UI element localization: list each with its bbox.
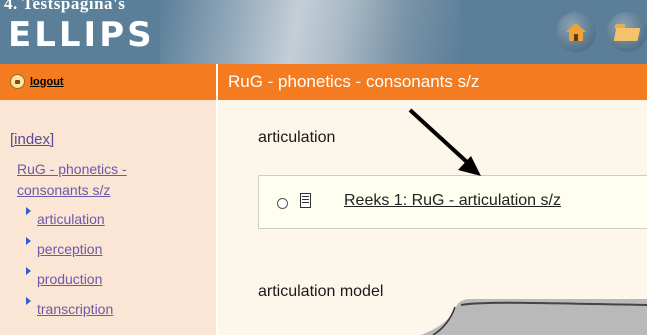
folder-icon xyxy=(613,23,641,41)
status-circle-icon xyxy=(277,198,288,209)
folder-button[interactable] xyxy=(607,12,647,52)
bullet-triangle-icon xyxy=(26,237,31,245)
page-caption: 4. Testspagina's xyxy=(4,0,126,13)
main-content: articulation Reeks 1: RuG - articulation… xyxy=(218,100,647,335)
articulation-model-image xyxy=(421,299,647,335)
app-header: 4. Testspagina's ELLIPS xyxy=(0,0,647,64)
sidebar-item-articulation[interactable]: articulation xyxy=(26,206,105,227)
index-link[interactable]: [index] xyxy=(10,131,54,148)
sidebar-item-label[interactable]: articulation xyxy=(37,211,105,227)
sidebar-item-label[interactable]: transcription xyxy=(37,301,113,317)
sidebar: [index] RuG - phonetics - consonants s/z… xyxy=(0,100,216,335)
home-icon xyxy=(566,23,586,41)
bullet-triangle-icon xyxy=(26,297,31,305)
sidebar-item-transcription[interactable]: transcription xyxy=(26,296,113,317)
section-heading-articulation-model: articulation model xyxy=(258,283,384,300)
bullet-triangle-icon xyxy=(26,267,31,275)
section-heading-articulation: articulation xyxy=(258,129,336,146)
sidebar-header-bar: logout xyxy=(0,64,216,100)
logout-link[interactable]: logout xyxy=(30,76,64,88)
resource-item[interactable]: Reeks 1: RuG - articulation s/z xyxy=(258,175,647,229)
header-banner-image xyxy=(160,0,460,64)
document-icon xyxy=(300,193,311,208)
lock-icon xyxy=(10,74,25,89)
home-button[interactable] xyxy=(556,12,596,52)
logout-button[interactable]: logout xyxy=(10,74,64,89)
sidebar-item-label[interactable]: production xyxy=(37,271,102,287)
resource-link[interactable]: Reeks 1: RuG - articulation s/z xyxy=(344,192,561,210)
sidebar-item-production[interactable]: production xyxy=(26,266,102,287)
sidebar-item-label[interactable]: perception xyxy=(37,241,102,257)
content-title-bar: RuG - phonetics - consonants s/z xyxy=(218,64,647,100)
page-title: RuG - phonetics - consonants s/z xyxy=(228,72,480,91)
bullet-triangle-icon xyxy=(26,207,31,215)
ellips-logo[interactable]: ELLIPS xyxy=(8,15,155,55)
sidebar-item-perception[interactable]: perception xyxy=(26,236,102,257)
course-link[interactable]: RuG - phonetics - consonants s/z xyxy=(17,159,197,201)
